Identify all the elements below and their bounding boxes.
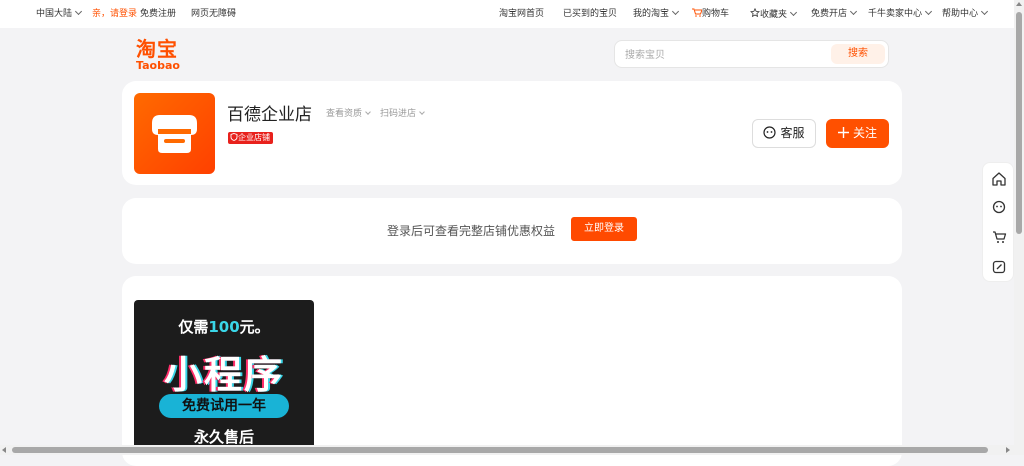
- customer-service-label: 客服: [780, 126, 805, 140]
- top-navigation-bar: 中国大陆 亲，请登录 免费注册 网页无障碍 淘宝网首页 已买到的宝贝 我的淘宝 …: [0, 0, 1014, 28]
- cart-link[interactable]: 购物车: [692, 8, 729, 20]
- open-store-menu[interactable]: 免费开店: [811, 7, 858, 20]
- region-label: 中国大陆: [36, 9, 73, 19]
- register-link[interactable]: 免费注册: [140, 8, 176, 20]
- home-button[interactable]: [989, 169, 1009, 189]
- badge-label: 企业店铺: [238, 133, 270, 142]
- login-now-button[interactable]: 立即登录: [571, 217, 637, 241]
- favorites-menu[interactable]: 收藏夹: [750, 7, 798, 21]
- open-store-label: 免费开店: [811, 9, 848, 19]
- chevron-down-icon: [671, 7, 680, 16]
- vertical-scrollbar[interactable]: [1014, 0, 1024, 455]
- star-icon: [750, 7, 760, 18]
- chevron-down-icon: [789, 8, 798, 17]
- plus-icon: [837, 127, 849, 138]
- chevron-down-icon: [980, 7, 989, 16]
- logo-english-text: Taobao: [136, 59, 180, 72]
- taobao-home-link[interactable]: 淘宝网首页: [499, 8, 544, 20]
- scan-label: 扫码进店: [380, 109, 417, 119]
- shield-icon: [230, 133, 238, 141]
- chevron-down-icon: [74, 7, 83, 16]
- shop-name: 百德企业店: [227, 105, 312, 125]
- home-icon: [992, 172, 1006, 186]
- edit-icon: [992, 260, 1006, 274]
- qualification-label: 查看资质: [326, 109, 363, 119]
- horizontal-scroll-thumb[interactable]: [12, 447, 988, 453]
- my-taobao-menu[interactable]: 我的淘宝: [633, 7, 680, 20]
- view-qualification-link[interactable]: 查看资质: [326, 106, 371, 119]
- seller-center-label: 千牛卖家中心: [868, 9, 923, 19]
- vertical-scroll-thumb[interactable]: [1016, 12, 1022, 234]
- enterprise-store-badge: 企业店铺: [228, 132, 273, 144]
- help-center-menu[interactable]: 帮助中心: [942, 7, 989, 20]
- chevron-down-icon: [365, 109, 371, 115]
- scroll-right-arrow[interactable]: [1006, 447, 1010, 453]
- promo-headline: 小程序: [163, 353, 284, 397]
- service-icon: [763, 126, 777, 139]
- search-bar: 搜索: [614, 40, 889, 68]
- promo-price-line: 仅需100元。: [134, 316, 314, 337]
- login-prompt-text: 登录后可查看完整店铺优惠权益: [387, 224, 556, 238]
- promo-banner[interactable]: 仅需100元。 小程序 免费试用一年 永久售后: [134, 300, 314, 450]
- shop-header-card: 百德企业店 查看资质 扫码进店 企业店铺 客服 关注: [122, 81, 902, 185]
- chevron-down-icon: [849, 7, 858, 16]
- scroll-up-arrow[interactable]: [1016, 2, 1022, 6]
- feedback-button[interactable]: [989, 257, 1009, 277]
- shop-content-card: 仅需100元。 小程序 免费试用一年 永久售后: [122, 276, 902, 466]
- search-input[interactable]: [625, 47, 825, 63]
- favorites-label: 收藏夹: [760, 10, 788, 20]
- bought-items-link[interactable]: 已买到的宝贝: [563, 8, 617, 20]
- cart-label: 购物车: [702, 9, 730, 19]
- follow-label: 关注: [852, 126, 877, 140]
- promo-price-suffix: 元。: [239, 318, 270, 336]
- logo-chinese-text: 淘宝: [136, 37, 178, 61]
- service-icon: [992, 200, 1006, 214]
- promo-price-prefix: 仅需: [178, 318, 209, 336]
- promo-price-amount: 100: [208, 318, 240, 336]
- seller-center-menu[interactable]: 千牛卖家中心: [868, 7, 933, 20]
- scroll-left-arrow[interactable]: [2, 447, 6, 453]
- search-button[interactable]: 搜索: [831, 44, 885, 64]
- taobao-logo[interactable]: 淘宝 Taobao: [136, 38, 192, 72]
- service-button[interactable]: [989, 197, 1009, 217]
- chevron-down-icon: [924, 7, 933, 16]
- cart-icon: [692, 8, 703, 17]
- login-prompt-card: 登录后可查看完整店铺优惠权益 立即登录: [122, 198, 902, 264]
- shop-avatar[interactable]: [134, 93, 215, 174]
- floating-toolbar: [982, 162, 1014, 282]
- help-center-label: 帮助中心: [942, 9, 979, 19]
- customer-service-button[interactable]: 客服: [752, 119, 816, 148]
- scan-to-enter-link[interactable]: 扫码进店: [380, 106, 425, 119]
- cart-icon: [993, 231, 1007, 243]
- promo-free-trial-pill: 免费试用一年: [159, 394, 289, 418]
- chevron-down-icon: [419, 109, 425, 115]
- follow-button[interactable]: 关注: [826, 119, 889, 148]
- my-taobao-label: 我的淘宝: [633, 9, 670, 19]
- promo-after-sales: 永久售后: [193, 428, 254, 446]
- accessibility-link[interactable]: 网页无障碍: [191, 8, 236, 20]
- region-selector[interactable]: 中国大陆: [36, 7, 83, 20]
- store-logo-icon: [152, 115, 197, 153]
- cart-button[interactable]: [989, 227, 1009, 247]
- login-link[interactable]: 亲，请登录: [92, 8, 137, 20]
- horizontal-scrollbar[interactable]: [0, 445, 1014, 455]
